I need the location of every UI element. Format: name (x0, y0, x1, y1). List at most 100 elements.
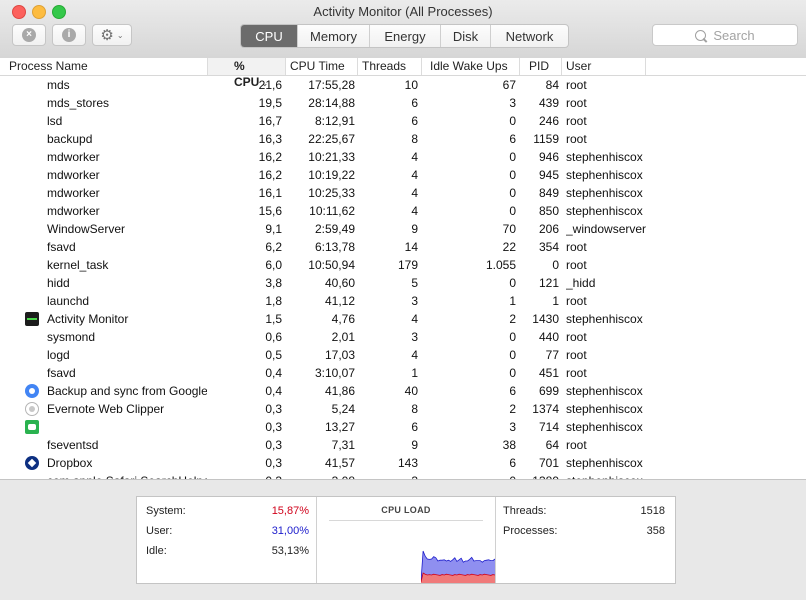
column-header-idle-wake-ups[interactable]: Idle Wake Ups (422, 58, 520, 75)
cell-time: 8:12,91 (314, 114, 355, 128)
cell-threads: 9 (411, 438, 418, 452)
cell-cpu: 15,6 (258, 204, 282, 218)
tab-cpu[interactable]: CPU (241, 25, 297, 47)
cell-cpu: 0,3 (265, 402, 282, 416)
table-body: mds 21,6 17:55,28 10 67 84 root mds_stores 19,5 2… (0, 76, 806, 479)
table-row[interactable]: logd 0,5 17,03 4 0 77 root (0, 346, 806, 364)
table-row[interactable]: hidd 3,8 40,60 5 0 121 _hidd (0, 274, 806, 292)
cell-name: mdworker (47, 168, 100, 182)
tab-network[interactable]: Network (490, 25, 568, 47)
column-header-cpu[interactable]: % CPU ⌄ (208, 58, 286, 89)
table-row[interactable]: launchd 1,8 41,12 3 1 1 root (0, 292, 806, 310)
table-row[interactable]: mdworker 16,2 10:19,22 4 0 945 stephenhiscox (0, 166, 806, 184)
processes-value: 358 (646, 525, 665, 537)
stop-process-button[interactable]: × (12, 24, 46, 46)
search-placeholder: Search (713, 27, 755, 43)
cell-threads: 6 (411, 96, 418, 110)
table-row[interactable]: WindowServer 9,1 2:59,49 9 70 206 _windowserve… (0, 220, 806, 238)
cell-name: mds (47, 78, 70, 92)
search-field[interactable]: Search (652, 24, 798, 46)
column-header-pid[interactable]: PID (520, 58, 562, 75)
cell-time: 17,03 (324, 348, 355, 362)
cell-user: _hidd (566, 276, 596, 290)
cell-time: 2:59,49 (314, 222, 355, 236)
cell-pid: 1389 (524, 472, 559, 479)
table-row[interactable]: mds 21,6 17:55,28 10 67 84 root (0, 76, 806, 94)
table-row[interactable]: mdworker 15,6 10:11,62 4 0 850 stephenhiscox (0, 202, 806, 220)
cell-time: 40,60 (324, 276, 355, 290)
table-row[interactable]: fsavd 0,4 3:10,07 1 0 451 root (0, 364, 806, 382)
table-row[interactable]: mdworker 16,2 10:21,33 4 0 946 stephenhiscox (0, 148, 806, 166)
cell-user: stephenhiscox (566, 186, 643, 200)
inspect-process-button[interactable]: i (52, 24, 86, 46)
cell-cpu: 6,0 (265, 258, 282, 272)
column-header-threads[interactable]: Threads (358, 58, 422, 75)
toolbar: Activity Monitor (All Processes) × i ⚙ ⌄… (0, 0, 806, 59)
cell-wake: 0 (509, 348, 516, 362)
table-row[interactable]: sysmond 0,6 2,01 3 0 440 root (0, 328, 806, 346)
column-header-process-name[interactable]: Process Name (0, 58, 208, 75)
process-table: Process Name % CPU ⌄ CPU Time Threads Idl… (0, 58, 806, 479)
cell-wake: 3 (509, 96, 516, 110)
cell-threads: 179 (397, 258, 418, 272)
cell-pid: 206 (538, 222, 559, 236)
cell-pid: 439 (538, 96, 559, 110)
table-row[interactable]: 0,3 13,27 6 3 714 stephenhiscox (0, 418, 806, 436)
cell-name: Backup and sync from Google (47, 384, 207, 398)
table-header: Process Name % CPU ⌄ CPU Time Threads Idl… (0, 58, 806, 89)
action-menu-button[interactable]: ⚙ ⌄ (92, 24, 132, 46)
cell-time: 2,01 (331, 330, 355, 344)
cell-user: root (566, 132, 587, 146)
cell-time: 7,31 (331, 438, 355, 452)
cell-wake: 22 (502, 240, 516, 254)
cell-cpu: 0,3 (265, 420, 282, 434)
cell-threads: 4 (411, 204, 418, 218)
cell-name: hidd (47, 276, 70, 290)
cell-pid: 121 (538, 276, 559, 290)
cell-user: root (566, 258, 587, 272)
cell-wake: 6 (509, 456, 516, 470)
cell-time: 10:50,94 (308, 258, 355, 272)
cell-wake: 2 (509, 312, 516, 326)
column-header-user[interactable]: User (562, 58, 646, 75)
cell-threads: 3 (411, 294, 418, 308)
cell-pid: 714 (538, 420, 559, 434)
cell-name: mdworker (47, 150, 100, 164)
cell-user: stephenhiscox (566, 150, 643, 164)
table-row[interactable]: Evernote Web Clipper 0,3 5,24 8 2 1374 stephen… (0, 400, 806, 418)
cell-wake: 70 (502, 222, 516, 236)
table-row[interactable]: fsavd 6,2 6:13,78 14 22 354 root (0, 238, 806, 256)
table-row[interactable]: com.apple.Safari.SearchHelper0,3 3,08 3 0 13… (0, 472, 806, 479)
cell-threads: 4 (411, 348, 418, 362)
table-row[interactable]: mds_stores 19,5 28:14,88 6 3 439 root (0, 94, 806, 112)
table-row[interactable]: backupd 16,3 22:25,67 8 6 1159 root (0, 130, 806, 148)
cell-wake: 2 (509, 402, 516, 416)
cell-threads: 3 (411, 330, 418, 344)
cell-cpu: 0,6 (265, 330, 282, 344)
cell-wake: 0 (509, 186, 516, 200)
table-row[interactable]: kernel_task 6,0 10:50,94 179 1.055 0 root (0, 256, 806, 274)
table-row[interactable]: Activity Monitor 1,5 4,76 4 2 1430 stephenhisc… (0, 310, 806, 328)
cell-cpu: 16,2 (258, 168, 282, 182)
tab-memory[interactable]: Memory (297, 25, 369, 47)
cell-name: mds_stores (47, 96, 110, 110)
table-row[interactable]: lsd 16,7 8:12,91 6 0 246 root (0, 112, 806, 130)
table-row[interactable]: mdworker 16,1 10:25,33 4 0 849 stephenhiscox (0, 184, 806, 202)
cell-wake: 0 (509, 204, 516, 218)
cell-name: mdworker (47, 204, 100, 218)
cell-time: 6:13,78 (314, 240, 355, 254)
user-value: 31,00% (271, 525, 309, 537)
table-row[interactable]: Dropbox 0,3 41,57 143 6 701 stephenhiscox (0, 454, 806, 472)
cell-pid: 64 (545, 438, 559, 452)
cell-name: logd (47, 348, 70, 362)
cell-name: sysmond (47, 330, 96, 344)
column-header-cpu-time[interactable]: CPU Time (286, 58, 358, 75)
table-row[interactable]: fseventsd 0,3 7,31 9 38 64 root (0, 436, 806, 454)
user-label: User: (146, 525, 173, 537)
cell-name: WindowServer (47, 222, 126, 236)
tab-disk[interactable]: Disk (440, 25, 490, 47)
tab-energy[interactable]: Energy (369, 25, 440, 47)
table-row[interactable]: Backup and sync from Google 0,4 41,86 40 6 69… (0, 382, 806, 400)
cell-time: 41,12 (324, 294, 355, 308)
processes-label: Processes: (503, 525, 558, 537)
